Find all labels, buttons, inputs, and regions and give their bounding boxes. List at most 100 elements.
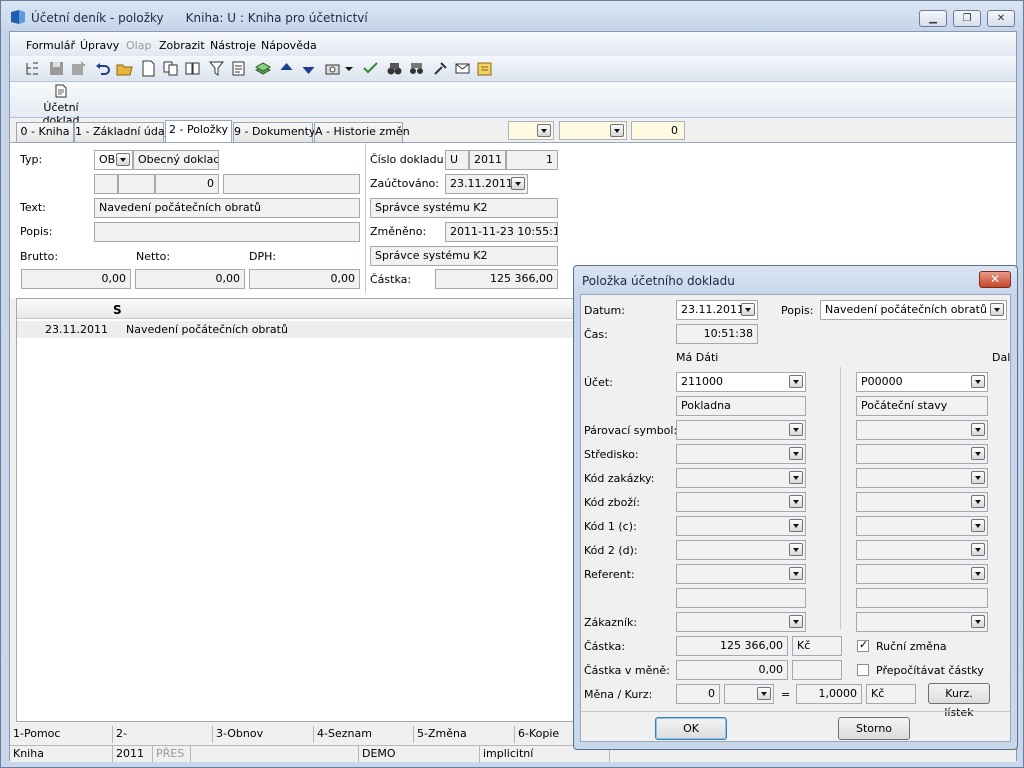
castka-v-mene-field[interactable]: 0,00: [676, 660, 788, 680]
zakaznik-dal[interactable]: [856, 612, 988, 632]
chevron-down-icon[interactable]: [971, 519, 985, 532]
fkey-pomoc[interactable]: 1-Pomoc: [10, 726, 113, 743]
kod1-md[interactable]: [676, 516, 806, 536]
ok-button[interactable]: OK: [655, 717, 727, 740]
menu-nastroje[interactable]: Nástroje: [210, 39, 256, 52]
save-icon[interactable]: [48, 60, 65, 77]
rucni-zmena-checkbox[interactable]: ✓: [857, 638, 869, 652]
book-icon[interactable]: [184, 60, 201, 77]
kurz-listek-button[interactable]: Kurz. lístek: [928, 683, 990, 719]
parovaci-symbol-md[interactable]: [676, 420, 806, 440]
filter-icon[interactable]: [208, 60, 225, 77]
chevron-down-icon[interactable]: [971, 375, 985, 388]
tab-kniha[interactable]: 0 - Kniha: [16, 122, 74, 142]
tab-counter[interactable]: 0: [631, 121, 685, 140]
chevron-down-icon[interactable]: [789, 615, 803, 628]
maximize-button[interactable]: ❐: [953, 10, 981, 27]
chevron-down-icon[interactable]: [971, 423, 985, 436]
title-bar[interactable]: Účetní deník - položky Kniha: U : Kniha p…: [1, 1, 1023, 31]
kod-zakazky-dal[interactable]: [856, 468, 988, 488]
zakaznik-md[interactable]: [676, 612, 806, 632]
tools-icon[interactable]: [432, 60, 449, 77]
arrow-up-icon[interactable]: [278, 60, 295, 77]
chevron-down-icon[interactable]: [537, 124, 551, 137]
popis-field[interactable]: Navedení počátečních obratů: [820, 300, 1007, 320]
tab-dokumenty[interactable]: 9 - Dokumenty: [233, 122, 315, 142]
stredisko-md[interactable]: [676, 444, 806, 464]
kod2-dal[interactable]: [856, 540, 988, 560]
referent-dal[interactable]: [856, 564, 988, 584]
new-document-icon[interactable]: [140, 60, 157, 77]
datum-field[interactable]: 23.11.2011: [676, 300, 758, 320]
text-field[interactable]: Navedení počátečních obratů: [94, 198, 360, 218]
dialog-close-button[interactable]: ✕: [979, 271, 1011, 288]
tab-zakladni-udaje[interactable]: 1 - Základní údaje: [74, 122, 174, 142]
fkey-seznam[interactable]: 4-Seznam: [314, 726, 414, 743]
storno-button[interactable]: Storno: [838, 717, 910, 740]
items-grid[interactable]: S 23.11.2011 Navedení počátečních obratů: [16, 298, 576, 722]
copy-icon[interactable]: [162, 60, 179, 77]
parovaci-symbol-dal[interactable]: [856, 420, 988, 440]
open-folder-icon[interactable]: [116, 60, 133, 77]
chevron-down-icon[interactable]: [971, 567, 985, 580]
chevron-down-icon[interactable]: [990, 303, 1004, 316]
fkey-obnov[interactable]: 3-Obnov: [213, 726, 314, 743]
chevron-down-icon[interactable]: [789, 567, 803, 580]
stack-icon[interactable]: [254, 60, 271, 77]
typ-code-select[interactable]: OB: [94, 150, 133, 170]
fkey-2[interactable]: 2-: [113, 726, 213, 743]
arrow-down-icon[interactable]: [300, 60, 317, 77]
tab-historie-zmen[interactable]: A - Historie změn: [314, 122, 410, 142]
castka-field[interactable]: 125 366,00: [676, 636, 788, 656]
kod-zbozi-md[interactable]: [676, 492, 806, 512]
menu-napoveda[interactable]: Nápověda: [261, 39, 317, 52]
table-row[interactable]: 23.11.2011 Navedení počátečních obratů: [17, 321, 575, 338]
check-filter-icon[interactable]: [362, 60, 379, 77]
binoculars-icon[interactable]: [386, 60, 403, 77]
kod1-dal[interactable]: [856, 516, 988, 536]
kod-zbozi-dal[interactable]: [856, 492, 988, 512]
chevron-down-icon[interactable]: [971, 495, 985, 508]
col-s-header[interactable]: S: [113, 303, 122, 317]
chevron-down-icon[interactable]: [757, 687, 771, 700]
mail-icon[interactable]: [454, 60, 471, 77]
camera-icon[interactable]: [324, 60, 341, 77]
tree-icon[interactable]: [24, 60, 41, 77]
fkey-zmena[interactable]: 5-Změna: [414, 726, 515, 743]
kod-zakazky-md[interactable]: [676, 468, 806, 488]
kod2-md[interactable]: [676, 540, 806, 560]
chevron-down-icon[interactable]: [789, 471, 803, 484]
tab-filter-1[interactable]: [508, 121, 554, 140]
chevron-down-icon[interactable]: [344, 60, 354, 77]
prepocitavat-checkbox[interactable]: [857, 664, 869, 676]
menu-upravy[interactable]: Úpravy: [80, 39, 119, 52]
chevron-down-icon[interactable]: [789, 543, 803, 556]
chevron-down-icon[interactable]: [971, 447, 985, 460]
chevron-down-icon[interactable]: [741, 303, 755, 316]
chevron-down-icon[interactable]: [789, 519, 803, 532]
chevron-down-icon[interactable]: [971, 543, 985, 556]
chevron-down-icon[interactable]: [789, 495, 803, 508]
chevron-down-icon[interactable]: [971, 471, 985, 484]
referent-md[interactable]: [676, 564, 806, 584]
tab-polozky[interactable]: 2 - Položky: [165, 120, 232, 142]
chevron-down-icon[interactable]: [789, 447, 803, 460]
ucet-md-select[interactable]: 211000: [676, 372, 806, 392]
menu-olap[interactable]: Olap: [126, 39, 151, 52]
ucet-dal-select[interactable]: P00000: [856, 372, 988, 392]
minimize-button[interactable]: ▁: [919, 10, 947, 27]
save-as-icon[interactable]: [70, 60, 87, 77]
close-button[interactable]: ✕: [987, 10, 1015, 27]
menu-formular[interactable]: Formulář: [26, 39, 75, 52]
stredisko-dal[interactable]: [856, 444, 988, 464]
ucetni-doklad-button[interactable]: Účetní doklad: [24, 84, 98, 127]
popis-field[interactable]: [94, 222, 360, 242]
undo-icon[interactable]: [94, 60, 111, 77]
mena-select[interactable]: [724, 684, 774, 704]
chevron-down-icon[interactable]: [789, 375, 803, 388]
report-icon[interactable]: [230, 60, 247, 77]
mena-field[interactable]: 0: [676, 684, 720, 704]
tab-filter-2[interactable]: [559, 121, 627, 140]
chevron-down-icon[interactable]: [610, 124, 624, 137]
kurz-field[interactable]: 1,0000: [796, 684, 862, 704]
